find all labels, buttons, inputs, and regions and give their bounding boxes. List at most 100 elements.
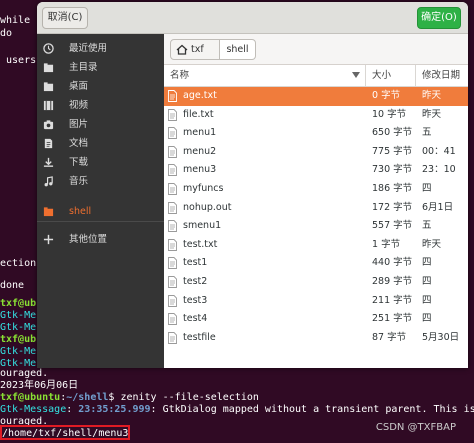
column-modified-header[interactable]: 修改日期 xyxy=(416,65,468,87)
file-row[interactable]: menu2 775 字节 00：41 xyxy=(164,143,468,162)
terminal-date-line: 2023年06月06日 xyxy=(0,380,79,391)
file-size: 650 字节 xyxy=(372,127,413,139)
file-browser-main: txf shell 名称 大小 修改日期 age.txt 0 字节 昨天 file.t… xyxy=(164,34,468,368)
folder-icon xyxy=(43,82,54,92)
folder-icon xyxy=(43,207,54,217)
file-modified: 四 xyxy=(422,276,432,287)
file-row[interactable]: nohup.out 172 字节 6月1日 xyxy=(164,199,468,218)
sidebar-item-home[interactable]: 主目录 xyxy=(37,58,164,77)
terminal-prompt-fragment: txf@ub xyxy=(0,298,37,309)
file-name: test.txt xyxy=(183,238,218,250)
terminal-gtk-fragment: Gtk-Me xyxy=(0,346,37,357)
file-row[interactable]: testfile 87 字节 5月30日 xyxy=(164,329,468,348)
column-name-label: 名称 xyxy=(170,70,190,81)
text-file-icon xyxy=(168,201,177,214)
terminal-line: while xyxy=(0,15,31,26)
plus-icon xyxy=(43,234,54,245)
file-row[interactable]: menu3 730 字节 23：10 xyxy=(164,161,468,180)
breadcrumb-shell[interactable]: shell xyxy=(220,39,256,60)
column-header: 名称 大小 修改日期 xyxy=(164,65,468,87)
file-row[interactable]: test2 289 字节四 xyxy=(164,273,468,292)
cancel-button[interactable]: 取消(C) xyxy=(42,7,88,29)
camera-icon xyxy=(43,120,54,130)
file-row[interactable]: test4 251 字节四 xyxy=(164,310,468,329)
file-row[interactable]: test3 211 字节四 xyxy=(164,292,468,311)
terminal-line: users xyxy=(0,55,37,66)
column-size-header[interactable]: 大小 xyxy=(366,65,416,87)
terminal-line: done xyxy=(0,280,25,291)
sidebar-item-other-locations[interactable]: 其他位置 xyxy=(37,230,164,249)
gtk-message-time: 23:35:25.999 xyxy=(78,404,151,415)
path-bar: txf shell xyxy=(164,34,468,65)
sidebar-item-label: 音乐 xyxy=(69,176,89,187)
file-modified: 四 xyxy=(422,294,432,306)
file-modified: 昨天 xyxy=(422,90,442,101)
file-row[interactable]: age.txt 0 字节 昨天 xyxy=(164,87,468,106)
home-icon xyxy=(43,63,54,73)
file-modified: 5月30日 xyxy=(422,331,460,343)
file-row[interactable]: test.txt 1 字节 昨天 xyxy=(164,236,468,255)
script-file-icon xyxy=(168,220,177,233)
file-size: 557 字节 xyxy=(372,220,413,232)
breadcrumb-home-label: txf xyxy=(191,44,204,55)
sidebar-item-label: 图片 xyxy=(69,119,89,130)
dialog-headerbar: 取消(C) 确定(O) xyxy=(37,2,468,34)
file-name: file.txt xyxy=(183,108,214,120)
sidebar-item-desktop[interactable]: 桌面 xyxy=(37,77,164,96)
file-modified: 四 xyxy=(422,183,432,194)
file-modified: 四 xyxy=(422,257,432,269)
file-name: test3 xyxy=(183,294,208,306)
terminal-prompt-fragment: txf@ub xyxy=(0,334,37,345)
file-name: menu3 xyxy=(183,164,217,176)
file-name: age.txt xyxy=(183,90,217,101)
file-size: 1 字节 xyxy=(372,238,401,250)
sidebar-item-label: 下载 xyxy=(69,157,89,168)
file-row[interactable]: smenu1 557 字节五 xyxy=(164,217,468,236)
file-size: 440 字节 xyxy=(372,257,413,269)
confirm-button[interactable]: 确定(O) xyxy=(417,7,461,29)
text-file-icon xyxy=(168,90,177,102)
breadcrumb-home[interactable]: txf xyxy=(170,39,220,60)
terminal-line: ouraged. xyxy=(0,368,49,379)
sidebar-item-downloads[interactable]: 下载 xyxy=(37,153,164,172)
sidebar-item-documents[interactable]: 文档 xyxy=(37,134,164,153)
file-row[interactable]: test1 440 字节四 xyxy=(164,254,468,273)
script-file-icon xyxy=(168,294,177,307)
sidebar-item-label: 主目录 xyxy=(69,62,98,73)
places-sidebar: 最近使用 主目录 桌面 视频 图片 文档 下载 音乐 shell 其他位置 xyxy=(37,34,164,368)
download-icon xyxy=(43,157,54,167)
file-name: test4 xyxy=(183,313,208,325)
music-icon xyxy=(44,176,53,187)
sidebar-item-recent[interactable]: 最近使用 xyxy=(37,39,164,58)
file-name: menu1 xyxy=(183,127,217,139)
clock-icon xyxy=(43,43,54,54)
home-icon xyxy=(176,44,188,55)
file-size: 10 字节 xyxy=(372,108,407,120)
text-file-icon xyxy=(168,331,177,344)
sidebar-item-shell[interactable]: shell xyxy=(37,202,164,221)
file-name: testfile xyxy=(183,331,216,343)
file-row[interactable]: menu1 650 字节五 xyxy=(164,124,468,143)
terminal-gtk-message: Gtk-Message: 23:35:25.999: GtkDialog map… xyxy=(0,404,474,416)
file-row[interactable]: file.txt 10 字节 昨天 xyxy=(164,106,468,125)
text-file-icon xyxy=(168,108,177,121)
file-name: nohup.out xyxy=(183,201,232,213)
sidebar-separator xyxy=(37,221,164,222)
file-size: 186 字节 xyxy=(372,183,413,194)
file-modified: 23：10 xyxy=(422,164,456,176)
prompt-path: ~/shell xyxy=(66,392,109,403)
column-name-header[interactable]: 名称 xyxy=(164,65,366,87)
terminal-command-line: txf@ubuntu:~/shell$ zenity --file-select… xyxy=(0,392,259,404)
terminal-gtk-fragment: Gtk-Me xyxy=(0,322,37,333)
file-modified: 昨天 xyxy=(422,238,442,250)
file-size: 251 字节 xyxy=(372,313,413,325)
file-name: test2 xyxy=(183,276,208,287)
script-file-icon xyxy=(168,276,177,288)
file-size: 211 字节 xyxy=(372,294,413,306)
sidebar-item-music[interactable]: 音乐 xyxy=(37,172,164,191)
file-size: 730 字节 xyxy=(372,164,413,176)
file-row[interactable]: myfuncs 186 字节四 xyxy=(164,180,468,199)
sidebar-item-pictures[interactable]: 图片 xyxy=(37,115,164,134)
prompt-user-host: txf@ubuntu xyxy=(0,392,61,403)
sidebar-item-videos[interactable]: 视频 xyxy=(37,96,164,115)
